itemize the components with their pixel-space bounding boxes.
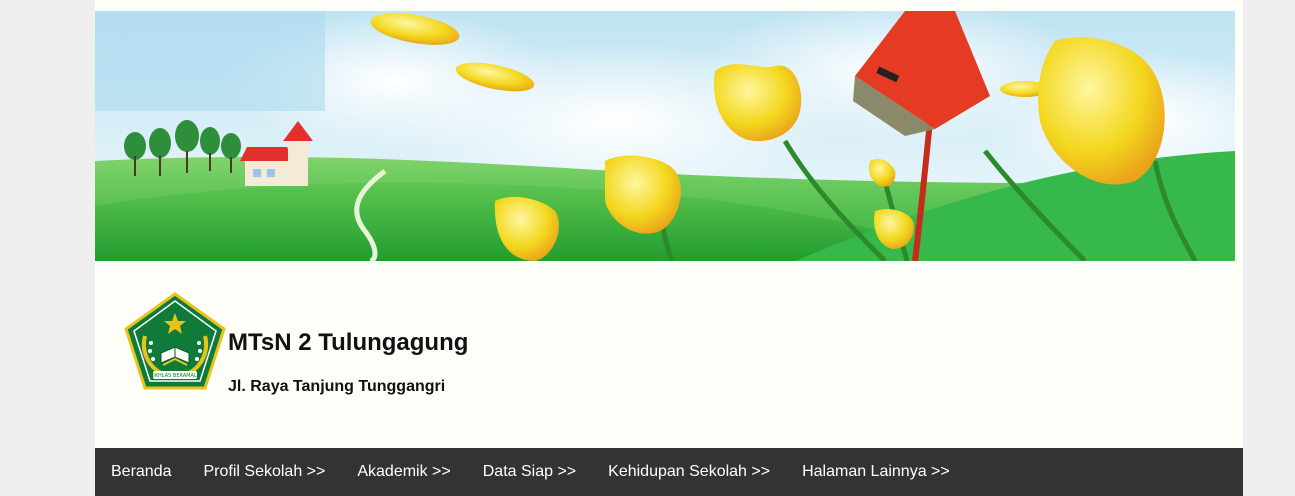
site-title[interactable]: MTsN 2 Tulungagung [228,329,468,357]
site-header: IKHLAS BERAMAL MTsN 2 Tulungagung Jl. Ra… [95,261,1243,448]
nav-item-data-siap[interactable]: Data Siap >> [467,448,592,496]
header-banner-image [95,11,1235,261]
nav-item-halaman-lainnya[interactable]: Halaman Lainnya >> [786,448,966,496]
site-address: Jl. Raya Tanjung Tunggangri [228,378,446,395]
nav-item-profil-sekolah[interactable]: Profil Sekolah >> [188,448,342,496]
school-logo: IKHLAS BERAMAL [124,292,226,390]
nav-item-kehidupan-sekolah[interactable]: Kehidupan Sekolah >> [592,448,786,496]
logo-ribbon-text: IKHLAS BERAMAL [153,373,197,379]
nav-item-akademik[interactable]: Akademik >> [341,448,466,496]
main-navbar: Beranda Profil Sekolah >> Akademik >> Da… [95,448,1243,496]
nav-item-beranda[interactable]: Beranda [95,448,188,496]
page-container: IKHLAS BERAMAL MTsN 2 Tulungagung Jl. Ra… [95,0,1243,496]
